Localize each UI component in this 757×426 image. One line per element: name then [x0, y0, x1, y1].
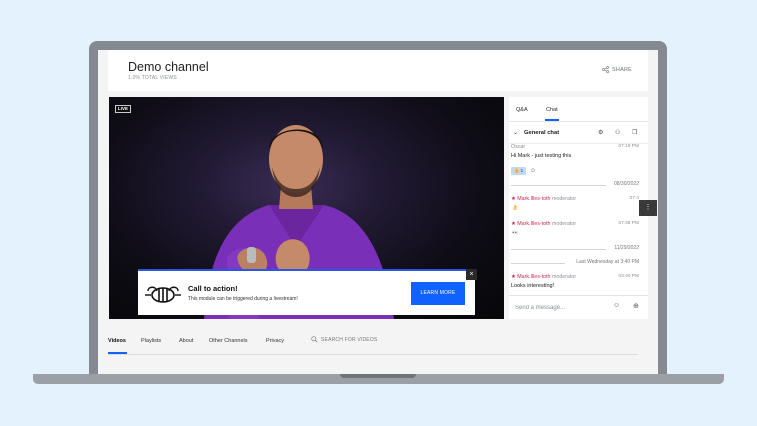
send-icon[interactable]: ⊕ — [633, 302, 639, 310]
tab-videos[interactable]: Videos — [108, 338, 126, 344]
date-line — [511, 263, 565, 264]
message-time: 07:19 PM — [618, 144, 639, 149]
channel-title: Demo channel — [128, 60, 209, 74]
date-label: 11/29/2022 — [612, 245, 639, 251]
popout-icon[interactable]: ❐ — [632, 129, 637, 136]
tab-qa[interactable]: Q&A — [516, 107, 528, 113]
learn-more-button[interactable]: LEARN MORE — [411, 282, 465, 305]
message-time: 07:4 — [629, 196, 639, 201]
moderator-star-icon: ★ — [511, 196, 516, 202]
cta-title: Call to action! — [188, 284, 238, 293]
date-separator: 08/30/2022 — [509, 181, 648, 189]
channel-nav: Videos Playlists About Other Channels Pr… — [108, 330, 648, 360]
message-author: ★ Mark.Illes-toth moderator — [511, 274, 576, 280]
author-role: moderator — [551, 221, 577, 227]
date-line — [511, 185, 606, 186]
moderator-star-icon: ★ — [511, 221, 516, 227]
cta-description: This module can be triggered during a li… — [188, 296, 298, 302]
people-icon[interactable]: ⚇ — [615, 129, 620, 136]
tab-chat[interactable]: Chat — [546, 107, 558, 113]
message-text: 👀 — [512, 230, 519, 236]
tab-privacy[interactable]: Privacy — [266, 338, 284, 344]
tab-playlists[interactable]: Playlists — [141, 338, 161, 344]
emoji-icon[interactable]: ☺ — [613, 302, 620, 309]
video-search — [311, 336, 401, 343]
chevron-down-icon[interactable]: ⌄ — [513, 129, 518, 136]
date-label: Last Wednesday at 3:40 PM — [574, 259, 639, 265]
call-to-action-module: Call to action! This module can be trigg… — [138, 269, 475, 315]
add-reaction-icon[interactable]: ☺ — [530, 167, 536, 175]
date-separator: Last Wednesday at 3:40 PM — [509, 259, 648, 267]
settings-icon[interactable]: ⚙ — [598, 129, 603, 136]
active-nav-indicator — [108, 352, 127, 354]
author-name: Mark.Illes-toth — [517, 221, 551, 227]
message-time: 07:48 PM — [618, 221, 639, 226]
input-divider — [509, 295, 648, 296]
moderator-star-icon: ★ — [511, 274, 516, 280]
message-author: ★ Mark.Illes-toth moderator — [511, 196, 576, 202]
share-label: SHARE — [612, 66, 632, 73]
share-button[interactable]: SHARE — [602, 66, 632, 73]
tab-about[interactable]: About — [179, 338, 193, 344]
close-icon[interactable]: × — [466, 269, 477, 280]
message-author: ★ Mark.Illes-toth moderator — [511, 221, 576, 227]
channel-views: 1.0% TOTAL VIEWS — [128, 75, 177, 81]
chat-room-name: General chat — [524, 130, 560, 136]
author-name: Mark.Illes-toth — [517, 274, 551, 280]
message-text: 👌 — [512, 205, 519, 211]
date-separator: 11/29/2022 — [509, 245, 648, 253]
search-videos-input[interactable] — [321, 336, 401, 343]
chat-room-selector[interactable]: ⌄ General chat ⚙ ⚇ ❐ — [509, 127, 648, 141]
live-badge: LIVE — [115, 105, 132, 113]
share-icon — [602, 66, 609, 73]
date-label: 08/30/2022 — [611, 181, 639, 187]
date-line — [511, 249, 606, 250]
bee-logo — [145, 286, 181, 303]
laptop-screen: Demo channel 1.0% TOTAL VIEWS SHARE LIVE… — [98, 50, 658, 374]
author-role: moderator — [551, 196, 577, 202]
channel-header: Demo channel 1.0% TOTAL VIEWS SHARE — [108, 50, 648, 91]
tab-divider — [509, 121, 648, 122]
message-author: Oscar — [511, 144, 526, 150]
chat-messages[interactable]: Oscar 07:19 PM Hi Mark - just testing th… — [509, 144, 648, 292]
nav-divider — [108, 353, 638, 355]
chat-panel: Q&A Chat ⌄ General chat ⚙ ⚇ ❐ Oscar 07:1… — [509, 97, 657, 319]
tab-other-channels[interactable]: Other Channels — [209, 338, 248, 344]
laptop-notch — [340, 374, 416, 378]
author-role: moderator — [551, 274, 577, 280]
more-vertical-icon[interactable]: ⋮ — [639, 200, 657, 216]
message-time: 03:40 PM — [618, 274, 639, 279]
reaction-chip[interactable]: 👍 1 — [511, 167, 526, 175]
message-text: Hi Mark - just testing this — [511, 153, 572, 159]
search-icon[interactable] — [311, 336, 318, 343]
video-player[interactable]: LIVE Call to action! This module can be … — [109, 97, 504, 319]
message-text: Looks interesting! — [511, 283, 555, 289]
author-name: Mark.Illes-toth — [517, 196, 551, 202]
chat-message-input[interactable] — [515, 303, 610, 313]
